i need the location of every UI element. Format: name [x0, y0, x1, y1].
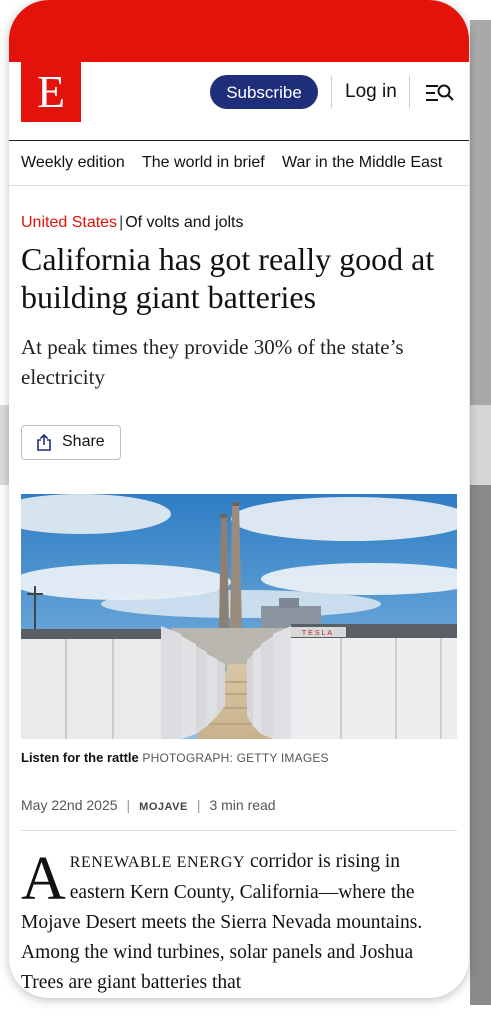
lead-in-smallcaps: RENEWABLE ENERGY — [69, 854, 246, 871]
site-header: E Subscribe Log in — [9, 62, 469, 140]
nav-item-weekly-edition[interactable]: Weekly edition — [21, 154, 125, 172]
article-meta: May 22nd 2025 | MOJAVE | 3 min read — [21, 797, 276, 813]
section-link[interactable]: United States — [21, 214, 117, 231]
divider — [409, 76, 410, 108]
divider — [331, 76, 332, 108]
backdrop-shade — [470, 405, 491, 485]
photo-credit: PHOTOGRAPH: GETTY IMAGES — [142, 751, 329, 765]
nav-item-world-in-brief[interactable]: The world in brief — [142, 154, 265, 172]
meta-separator: | — [196, 797, 201, 813]
read-time: 3 min read — [209, 797, 276, 813]
article-headline: California has got really good at buildi… — [21, 241, 435, 315]
rubric-separator: | — [119, 214, 124, 231]
article-rubric: United States | Of volts and jolts — [21, 214, 244, 232]
meta-separator: | — [126, 797, 131, 813]
section-nav: Weekly edition The world in brief War in… — [9, 141, 469, 185]
red-top-bar — [9, 0, 469, 62]
menu-search-icon[interactable] — [425, 82, 455, 104]
article-topic: Of volts and jolts — [125, 214, 244, 231]
backdrop-shade — [470, 20, 491, 405]
phone-screen: E Subscribe Log in Weekly edition The wo… — [9, 0, 469, 998]
photo-caption: Listen for the rattle PHOTOGRAPH: GETTY … — [21, 750, 329, 765]
subscribe-button[interactable]: Subscribe — [210, 75, 318, 109]
caption-text: Listen for the rattle — [21, 750, 139, 765]
article-subhead: At peak times they provide 30% of the st… — [21, 335, 404, 389]
nav-item-middle-east[interactable]: War in the Middle East — [282, 154, 442, 172]
divider — [21, 830, 457, 831]
dateline-location: MOJAVE — [139, 801, 188, 813]
share-button[interactable]: Share — [21, 425, 121, 460]
economist-logo[interactable]: E — [21, 62, 81, 122]
article-body: A RENEWABLE ENERGY corridor is rising in … — [21, 847, 457, 998]
backdrop-shade — [470, 485, 491, 1005]
share-label: Share — [62, 433, 105, 450]
drop-cap: A — [21, 845, 66, 913]
tesla-label: TESLA — [302, 630, 334, 637]
article-photo: TESLA — [21, 494, 457, 739]
body-paragraph: corridor is rising in eastern Kern Count… — [21, 851, 423, 993]
publish-date: May 22nd 2025 — [21, 797, 118, 813]
share-icon — [36, 433, 52, 451]
login-link[interactable]: Log in — [345, 81, 397, 103]
divider — [9, 185, 469, 186]
